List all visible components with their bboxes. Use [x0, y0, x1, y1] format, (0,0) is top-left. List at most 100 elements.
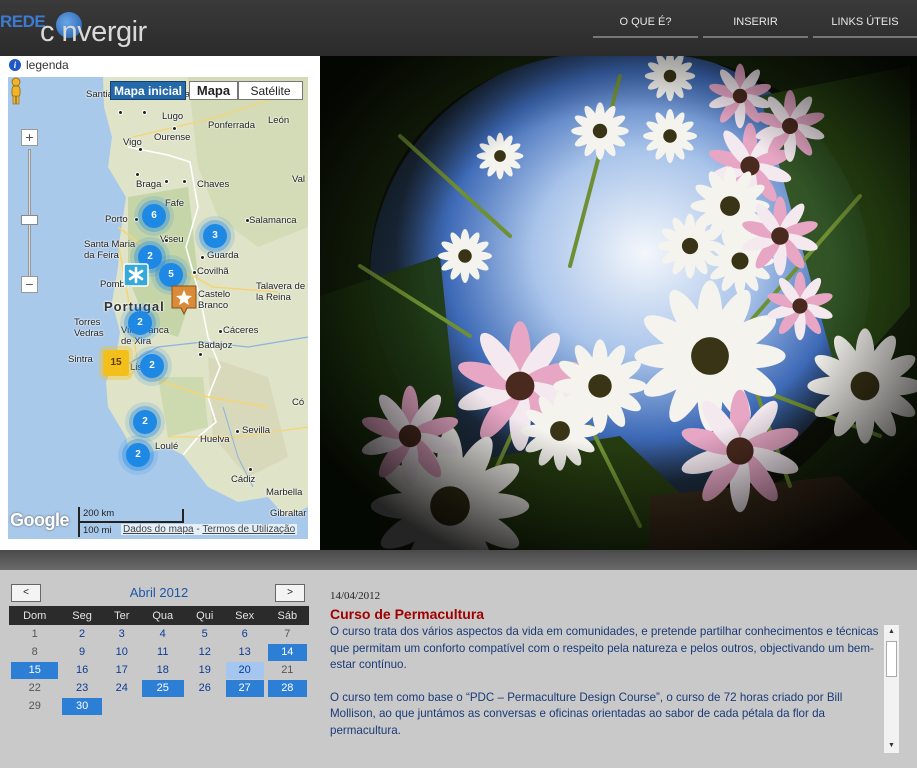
map-canvas[interactable]: Santiago de Compostela Lugo Ourense Ponf…: [8, 77, 308, 539]
nav-link-links-uteis[interactable]: LINKS ÚTEIS: [813, 0, 917, 38]
logo[interactable]: REDE c nvergir: [0, 4, 190, 48]
calendar-day[interactable]: 18: [142, 662, 184, 679]
calendar-day[interactable]: 19: [188, 662, 222, 679]
city-label: Gibraltar: [270, 508, 307, 519]
google-logo: Google: [10, 510, 70, 530]
weekday-header: Ter: [103, 606, 140, 625]
city-label: Có: [292, 397, 305, 408]
zoom-in-button[interactable]: +: [21, 129, 38, 146]
city-dot: [235, 429, 240, 434]
calendar-day[interactable]: 16: [62, 662, 101, 679]
city-label: Cáceres: [223, 325, 259, 336]
calendar-day[interactable]: 2: [62, 626, 101, 643]
calendar-day[interactable]: 17: [106, 662, 138, 679]
calendar-day[interactable]: 3: [106, 626, 138, 643]
calendar-prev-month-button[interactable]: <: [11, 584, 41, 602]
city-dot: [164, 238, 169, 243]
calendar-day[interactable]: 5: [188, 626, 222, 643]
event-title[interactable]: Curso de Permacultura: [330, 606, 900, 622]
map-cluster-marker[interactable]: 2: [133, 410, 157, 434]
zoom-slider-track[interactable]: [28, 149, 31, 279]
map-cluster-marker[interactable]: 2: [128, 311, 152, 335]
calendar-day-event[interactable]: 28: [267, 679, 307, 697]
asterisk-marker-icon[interactable]: [122, 262, 150, 290]
info-icon: i: [9, 59, 21, 71]
city-label: Badajoz: [198, 340, 233, 351]
map-footer: Dados do mapa - Termos de Utilização: [121, 524, 298, 535]
city-label: Ourense: [154, 132, 191, 143]
calendar-day-event[interactable]: 30: [62, 697, 102, 715]
calendar-day[interactable]: 11: [142, 644, 184, 661]
calendar-day[interactable]: 4: [142, 626, 184, 643]
scroll-down-arrow-icon[interactable]: ▼: [884, 739, 899, 753]
zoom-out-button[interactable]: −: [21, 276, 38, 293]
calendar-day[interactable]: 26: [188, 680, 222, 697]
city-label: Sintra: [68, 354, 93, 365]
scale-mi: 100 mi: [83, 525, 112, 536]
city-label: Lugo: [162, 111, 184, 122]
calendar-day[interactable]: 6: [226, 626, 264, 643]
city-label: Val: [292, 174, 306, 185]
zoom-slider-handle[interactable]: [21, 215, 38, 225]
weekday-header: Qua: [139, 606, 186, 625]
event-scrollbar[interactable]: ▲ ▼: [883, 624, 900, 754]
calendar-day: 1: [31, 627, 38, 640]
city-dot: [138, 147, 143, 152]
map-cluster-marker[interactable]: 3: [203, 224, 227, 248]
calendar-next-month-button[interactable]: >: [275, 584, 305, 602]
legend-link[interactable]: i legenda: [9, 58, 69, 72]
scrollbar-thumb[interactable]: [886, 641, 897, 677]
map-data-link[interactable]: Dados do mapa: [123, 524, 194, 535]
city-label: Chaves: [197, 179, 230, 190]
city-dot: [200, 255, 205, 260]
calendar-day[interactable]: 23: [62, 680, 101, 697]
map-type-map-button[interactable]: Mapa: [189, 81, 238, 100]
weekday-header: Dom: [9, 606, 61, 625]
calendar-day: 7: [284, 627, 291, 640]
calendar-day-event[interactable]: 15: [11, 661, 59, 679]
street-view-pegman-icon[interactable]: [8, 77, 24, 105]
calendar-grid: Dom Seg Ter Qua Qui Sex Sáb 1 2 3 4 5 6 …: [9, 606, 309, 715]
calendar-day-event[interactable]: 25: [141, 679, 184, 697]
map-cluster-marker[interactable]: 15: [103, 350, 129, 376]
weekday-header: Sex: [223, 606, 266, 625]
scroll-up-arrow-icon[interactable]: ▲: [884, 625, 899, 639]
calendar-day: 22: [28, 681, 41, 694]
city-dot: [182, 179, 187, 184]
calendar-day[interactable]: 24: [106, 680, 138, 697]
city-dot: [218, 329, 223, 334]
event-description: O curso trata dos vários aspectos da vid…: [330, 624, 883, 739]
legend-label: legenda: [26, 58, 69, 72]
logo-prefix: REDE: [0, 12, 46, 31]
city-label: Guarda: [207, 250, 239, 261]
calendar-day[interactable]: 12: [188, 644, 222, 661]
map-cluster-marker[interactable]: 2: [126, 443, 150, 467]
calendar-day[interactable]: 13: [226, 644, 264, 661]
star-marker-icon[interactable]: [170, 284, 198, 316]
weekday-header: Seg: [60, 606, 104, 625]
city-label: Braga: [136, 179, 162, 190]
calendar-day-today[interactable]: 20: [225, 661, 264, 679]
calendar-day[interactable]: 9: [62, 644, 101, 661]
map-type-satellite-button[interactable]: Satélite: [238, 81, 303, 100]
daisies-photo: [320, 56, 917, 550]
calendar-day[interactable]: 10: [106, 644, 138, 661]
weekday-header: Qui: [185, 606, 224, 625]
map-cluster-marker[interactable]: 2: [140, 354, 164, 378]
calendar-month-title: Abril 2012: [129, 585, 189, 600]
map-cluster-marker[interactable]: 6: [142, 204, 166, 228]
city-label: León: [268, 115, 290, 126]
initial-map-button[interactable]: Mapa inicial: [110, 81, 186, 100]
calendar-day: 8: [31, 645, 38, 658]
nav-link-inserir-projecto[interactable]: INSERIR PROJECTO: [703, 0, 808, 72]
scale-km: 200 km: [83, 508, 115, 519]
city-label: Porto: [105, 214, 128, 225]
featured-photo: [320, 56, 917, 550]
calendar-day-event[interactable]: 27: [225, 679, 264, 697]
city-dot: [245, 218, 250, 223]
nav-link-o-que-e[interactable]: O QUE É?: [593, 0, 698, 38]
calendar-day-event[interactable]: 14: [267, 643, 307, 661]
event-date: 14/04/2012: [330, 590, 381, 602]
calendar-day: 29: [28, 699, 41, 712]
terms-link[interactable]: Termos de Utilização: [202, 524, 295, 535]
